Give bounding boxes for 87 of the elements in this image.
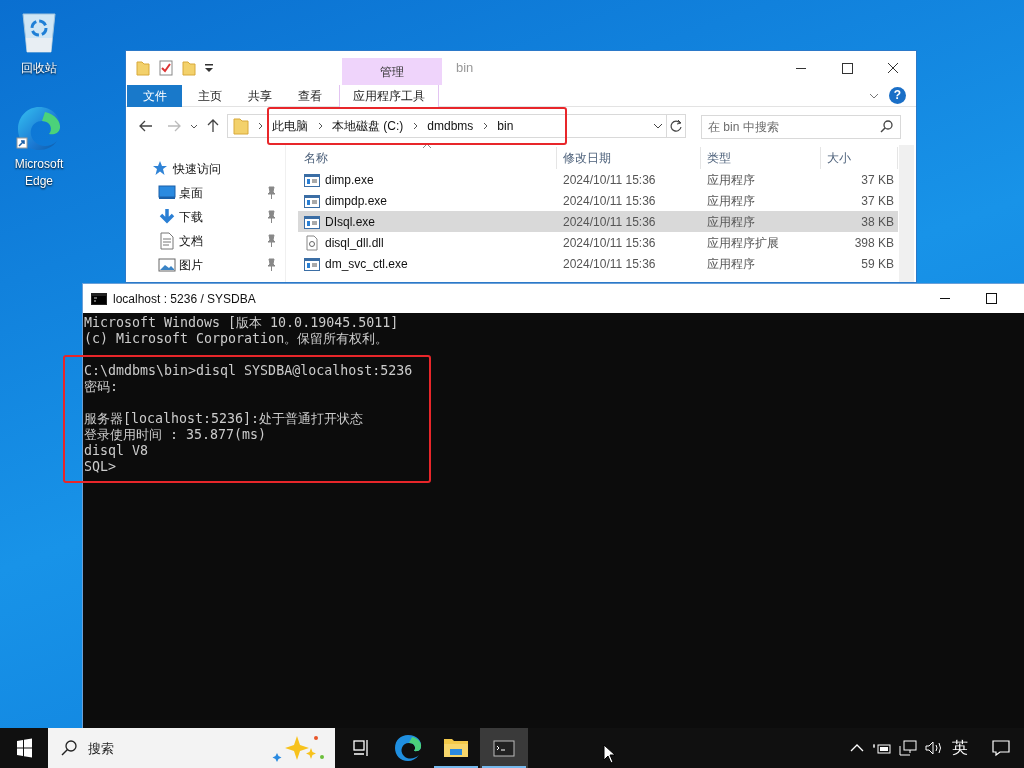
desktop-icon-label: 回收站: [20, 60, 58, 77]
window-title: bin: [455, 59, 475, 78]
navigation-item[interactable]: 快速访问: [173, 160, 221, 178]
breadcrumb-item[interactable]: dmdbms: [423, 117, 478, 135]
file-type: 应用程序: [707, 172, 755, 187]
file-date: 2024/10/11 15:36: [563, 256, 656, 271]
file-date: 2024/10/11 15:36: [563, 235, 656, 250]
file-row[interactable]: dimpdp.exe 2024/10/11 15:36 应用程序 37 KB: [298, 190, 898, 211]
taskbar-app-button[interactable]: [480, 728, 528, 768]
file-date: 2024/10/11 15:36: [563, 193, 656, 208]
column-header[interactable]: 修改日期: [557, 147, 701, 169]
network-icon[interactable]: [898, 739, 918, 757]
task-view-icon: [352, 739, 368, 757]
refresh-icon[interactable]: [666, 115, 685, 137]
console-line: 服务器[localhost:5236]:处于普通打开状态: [84, 411, 365, 427]
file-row[interactable]: dm_svc_ctl.exe 2024/10/11 15:36 应用程序 59 KB: [298, 253, 898, 274]
navigation-item[interactable]: 图片: [179, 256, 203, 274]
edge-browser-icon: [394, 734, 422, 762]
file-size: 59 KB: [861, 255, 894, 273]
file-name: DIsql.exe: [325, 213, 376, 231]
sort-ascending-icon: [422, 143, 432, 149]
folder-icon: [230, 115, 252, 137]
search-box[interactable]: 搜索: [48, 728, 335, 768]
console-line: SQL>: [84, 459, 118, 475]
column-header[interactable]: 名称: [298, 147, 557, 169]
file-name: dm_svc_ctl.exe: [325, 255, 408, 273]
console-line: 登录使用时间 : 35.877(ms): [84, 427, 268, 443]
file-type: 应用程序: [707, 214, 755, 229]
search-icon: [60, 739, 78, 757]
navigation-item[interactable]: 桌面: [179, 184, 203, 202]
column-header[interactable]: 大小: [821, 147, 898, 169]
file-date: 2024/10/11 15:36: [563, 172, 656, 187]
application-icon: [304, 172, 320, 187]
desktop-icon-label: Microsoft Edge: [13, 156, 65, 190]
console-line: (c) Microsoft Corporation。保留所有权利。: [84, 331, 390, 347]
extension-file-icon: [304, 234, 320, 251]
console-icon: [91, 292, 107, 305]
ribbon-tab[interactable]: 主页: [185, 85, 235, 107]
console-line: C:\dmdbms\bin>disql SYSDBA@localhost:5236: [84, 363, 414, 379]
customize-dropdown-icon[interactable]: [204, 62, 214, 74]
ribbon-tab[interactable]: 应用程序工具: [339, 85, 439, 107]
console-line: Microsoft Windows [版本 10.0.19045.5011]: [84, 315, 400, 331]
ribbon-tab[interactable]: 文件: [127, 85, 182, 107]
navigation-item[interactable]: 下载: [179, 208, 203, 226]
pictures-icon: [158, 256, 176, 274]
ribbon-tab[interactable]: 共享: [235, 85, 285, 107]
edge-browser-icon[interactable]: [15, 104, 63, 152]
ribbon-tab[interactable]: 查看: [285, 85, 335, 107]
file-type: 应用程序扩展: [707, 235, 779, 250]
file-size: 38 KB: [861, 213, 894, 231]
folder-icon: [443, 738, 469, 758]
search-icon[interactable]: [879, 117, 895, 134]
application-icon: [304, 214, 320, 229]
file-size: 37 KB: [861, 171, 894, 189]
column-header[interactable]: 类型: [701, 147, 821, 169]
address-bar[interactable]: 此电脑 本地磁盘 (C:) dmdbms bin: [227, 114, 686, 138]
mouse-pointer-icon: [603, 744, 617, 764]
documents-icon: [158, 232, 176, 250]
breadcrumb-item[interactable]: 本地磁盘 (C:): [328, 117, 408, 135]
input-method-indicator[interactable]: 英: [950, 736, 970, 760]
file-row[interactable]: DIsql.exe 2024/10/11 15:36 应用程序 38 KB: [298, 211, 898, 232]
file-size: 398 KB: [854, 234, 894, 252]
file-row[interactable]: dimp.exe 2024/10/11 15:36 应用程序 37 KB: [298, 169, 898, 190]
navigation-item[interactable]: 文档: [179, 232, 203, 250]
file-type: 应用程序: [707, 193, 755, 208]
file-name: dimpdp.exe: [325, 192, 388, 210]
console-line: disql V8: [84, 443, 150, 459]
properties-icon[interactable]: [158, 60, 174, 76]
file-type: 应用程序: [707, 256, 755, 271]
window-title: localhost : 5236 / SYSDBA: [113, 290, 256, 308]
downloads-icon: [158, 208, 176, 226]
file-size: 37 KB: [861, 192, 894, 210]
breadcrumb-item[interactable]: 此电脑: [268, 117, 312, 135]
manage-context-label: 管理: [342, 58, 442, 85]
desktop-icon: [158, 184, 176, 202]
file-row[interactable]: disql_dll.dll 2024/10/11 15:36 应用程序扩展 398 KB: [298, 232, 898, 253]
console-icon: [493, 739, 515, 757]
search-field[interactable]: 在 bin 中搜索: [701, 114, 901, 139]
file-name: dimp.exe: [325, 171, 374, 189]
console-line: 密码:: [84, 379, 119, 395]
help-button[interactable]: ?: [889, 87, 906, 104]
file-name: disql_dll.dll: [325, 234, 384, 252]
volume-icon[interactable]: [924, 739, 944, 757]
file-date: 2024/10/11 15:36: [563, 214, 656, 229]
application-icon: [304, 256, 320, 271]
breadcrumb-item[interactable]: bin: [493, 117, 518, 135]
application-icon: [304, 193, 320, 208]
